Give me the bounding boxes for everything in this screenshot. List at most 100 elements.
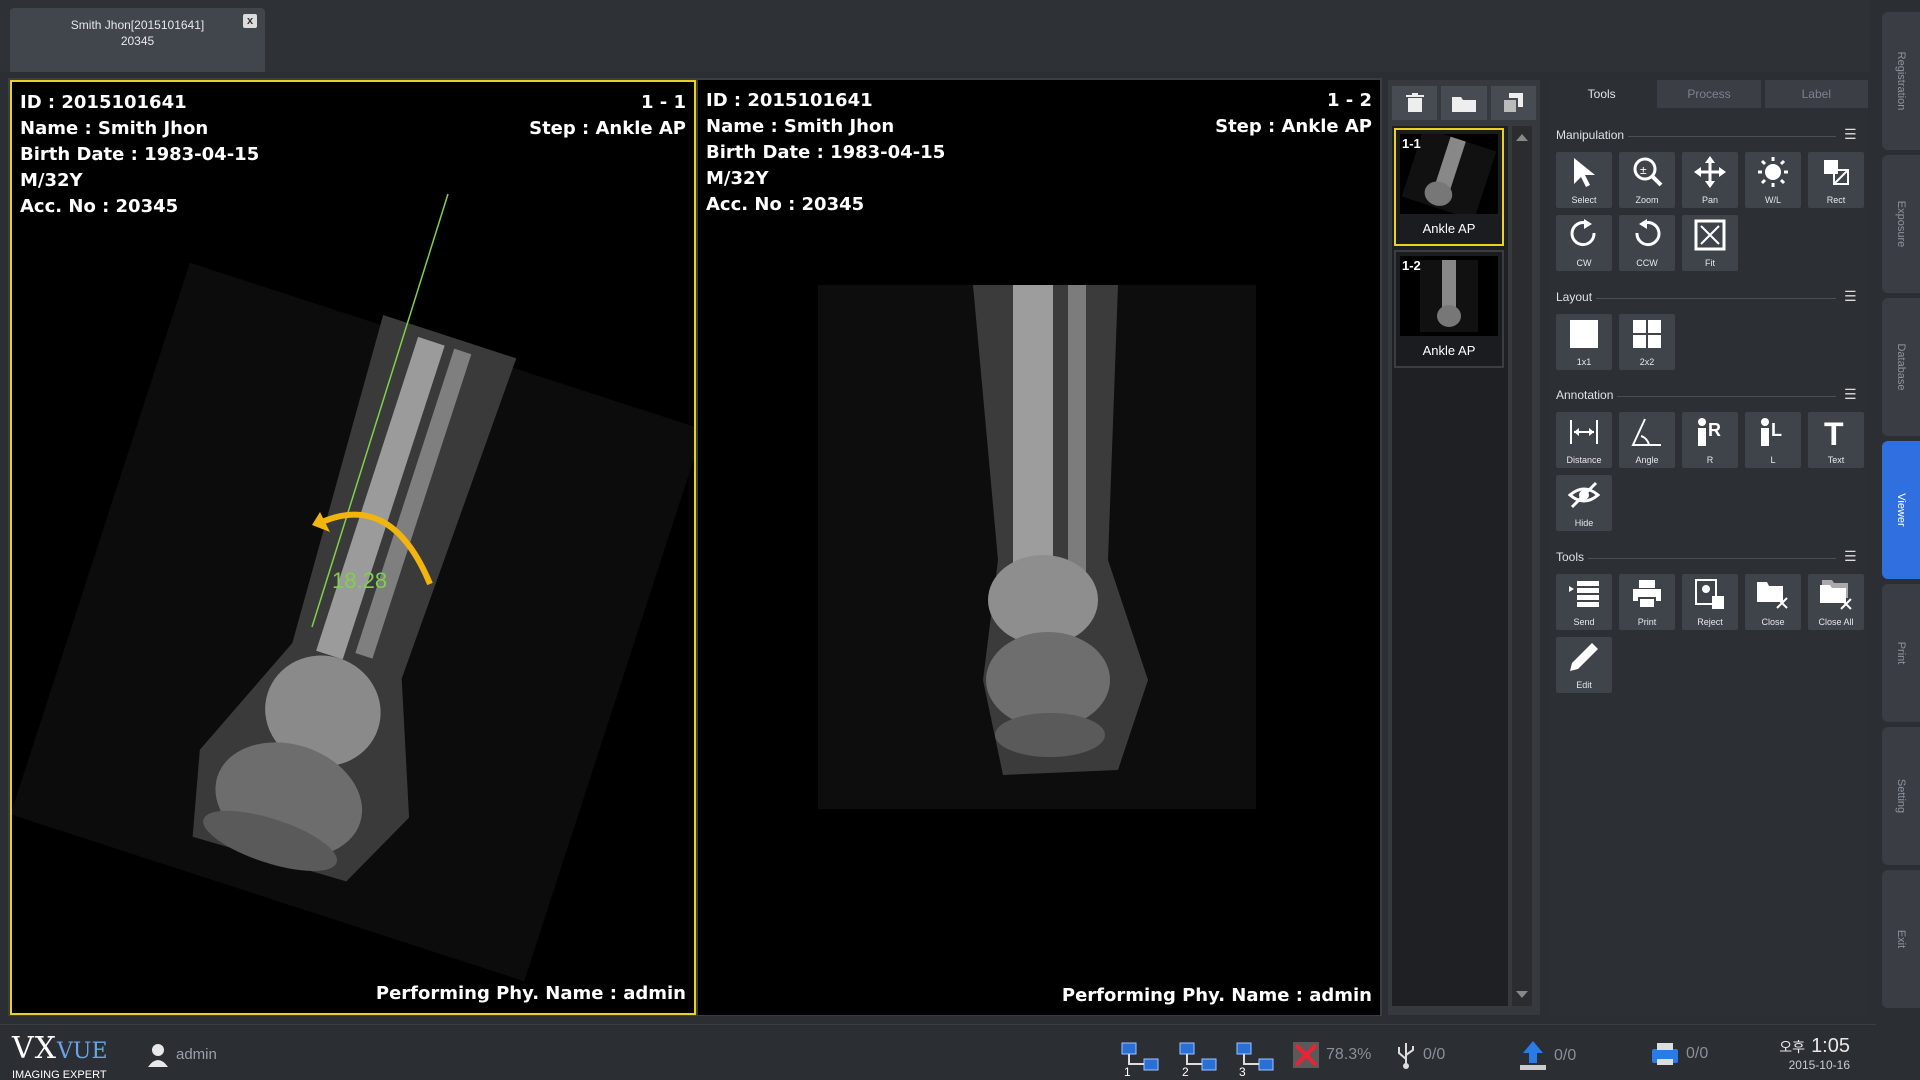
clock: 오후 1:05 2015-10-16 — [1779, 1035, 1850, 1072]
patient-id: ID : 2015101641 — [20, 92, 187, 113]
side-item-setting[interactable]: Setting — [1882, 727, 1920, 865]
network-icon: 3 — [1236, 1042, 1274, 1077]
thumbnail-item[interactable]: 1-1 Ankle AP — [1394, 128, 1504, 246]
thumbnail-panel: 1-1 Ankle AP 1-2 Ankle AP — [1388, 80, 1540, 1015]
viewport-2[interactable]: ID : 2015101641 Name : Smith Jhon Birth … — [698, 80, 1380, 1015]
image-index: 1 - 2 — [1326, 90, 1372, 111]
tool-caption: Zoom — [1635, 195, 1659, 205]
pan-tool-button[interactable]: Pan — [1682, 152, 1738, 208]
send-button[interactable]: Send — [1556, 574, 1612, 630]
text-tool-button[interactable]: T Text — [1808, 412, 1864, 468]
menu-icon[interactable]: ☰ — [1844, 127, 1858, 141]
network-status-3[interactable]: 3 — [1235, 1041, 1275, 1077]
side-item-registration[interactable]: Registration — [1882, 12, 1920, 150]
menu-icon[interactable]: ☰ — [1844, 289, 1858, 303]
layout-2x2-button[interactable]: 2x2 — [1619, 314, 1675, 370]
side-item-print[interactable]: Print — [1882, 584, 1920, 722]
move-arrows-icon — [1694, 156, 1726, 188]
section-title: Layout — [1556, 290, 1597, 304]
tool-caption: Distance — [1566, 455, 1602, 465]
close-study-button[interactable]: Close — [1745, 574, 1801, 630]
tool-caption: CCW — [1636, 258, 1658, 268]
print-button[interactable]: Print — [1619, 574, 1675, 630]
right-marker-button[interactable]: R R — [1682, 412, 1738, 468]
side-item-viewer[interactable]: Viewer — [1882, 441, 1920, 579]
side-item-label: Database — [1895, 343, 1907, 391]
side-item-exit[interactable]: Exit — [1882, 870, 1920, 1008]
tool-caption: Text — [1827, 455, 1845, 465]
angle-measurement-label[interactable]: 18.28 — [332, 568, 387, 594]
printer-icon — [1633, 580, 1661, 609]
network-status-1[interactable]: 1 — [1120, 1041, 1160, 1077]
section-divider — [1556, 298, 1836, 299]
scroll-down-icon[interactable] — [1516, 991, 1528, 998]
tab-process[interactable]: Process — [1657, 80, 1761, 108]
folder-icon — [1451, 97, 1476, 112]
rotate-ccw-icon — [1635, 219, 1661, 247]
trash-icon — [1405, 93, 1424, 112]
side-item-label: Print — [1895, 641, 1907, 665]
left-marker-button[interactable]: L L — [1745, 412, 1801, 468]
close-all-button[interactable]: Close All — [1808, 574, 1864, 630]
close-tab-icon[interactable]: x — [243, 14, 257, 28]
thumbnail-list[interactable]: 1-1 Ankle AP 1-2 Ankle AP — [1392, 126, 1508, 1006]
angle-tool-button[interactable]: Angle — [1619, 412, 1675, 468]
disk-error-icon — [1293, 1042, 1319, 1068]
zoom-tool-button[interactable]: ± Zoom — [1619, 152, 1675, 208]
delete-button[interactable] — [1392, 86, 1438, 120]
tool-caption: Angle — [1635, 455, 1659, 465]
tool-caption: Edit — [1576, 680, 1592, 690]
edit-button[interactable]: Edit — [1556, 637, 1612, 693]
menu-icon[interactable]: ☰ — [1844, 387, 1858, 401]
hide-annotation-button[interactable]: Hide — [1556, 475, 1612, 531]
app-logo: VXVUE IMAGING EXPERT — [12, 1031, 108, 1080]
rotate-ccw-button[interactable]: CCW — [1619, 215, 1675, 271]
open-folder-button[interactable] — [1441, 86, 1487, 120]
network-status-2[interactable]: 2 — [1178, 1041, 1218, 1077]
image-info-overlay: 1 - 2 Step : Ankle AP — [1215, 88, 1372, 140]
tab-tools[interactable]: Tools — [1550, 80, 1654, 108]
tool-caption: Print — [1637, 617, 1657, 627]
upload-icon — [1520, 1041, 1546, 1070]
window-level-tool-button[interactable]: W/L — [1745, 152, 1801, 208]
side-item-database[interactable]: Database — [1882, 298, 1920, 436]
viewport-1[interactable]: 18.28 ID : 2015101641 Name : Smith Jhon … — [10, 80, 696, 1015]
copy-button[interactable] — [1490, 86, 1536, 120]
scroll-up-icon[interactable] — [1516, 134, 1528, 141]
tab-label[interactable]: Label — [1764, 80, 1868, 108]
menu-icon[interactable]: ☰ — [1844, 549, 1858, 563]
patient-tab-acc: 20345 — [120, 34, 155, 48]
print-count: 0/0 — [1686, 1045, 1709, 1062]
select-tool-button[interactable]: Select — [1556, 152, 1612, 208]
side-item-label: Registration — [1895, 51, 1907, 111]
logo-vue: VUE — [57, 1039, 108, 1064]
pencil-icon — [1570, 643, 1598, 671]
patient-tab[interactable]: Smith Jhon[2015101641] 20345 x — [10, 8, 265, 72]
clock-ampm: 오후 — [1779, 1039, 1806, 1055]
distance-tool-button[interactable]: Distance — [1556, 412, 1612, 468]
print-status: 0/0 — [1650, 1041, 1708, 1067]
patient-birth: Birth Date : 1983-04-15 — [20, 144, 260, 165]
tool-caption: Fit — [1705, 258, 1715, 268]
patient-acc: Acc. No : 20345 — [20, 196, 179, 217]
section-divider — [1556, 558, 1836, 559]
layout-1x1-button[interactable]: 1x1 — [1556, 314, 1612, 370]
thumbnail-item[interactable]: 1-2 Ankle AP — [1394, 250, 1504, 368]
clock-time: 1:05 — [1811, 1035, 1850, 1057]
rect-tool-button[interactable]: Rect — [1808, 152, 1864, 208]
fit-tool-button[interactable]: Fit — [1682, 215, 1738, 271]
tool-caption: R — [1706, 455, 1714, 465]
reject-button[interactable]: Reject — [1682, 574, 1738, 630]
rotate-cw-button[interactable]: CW — [1556, 215, 1612, 271]
rotate-cw-icon — [1570, 219, 1596, 247]
svg-text:L: L — [1771, 420, 1782, 440]
patient-name: Name : Smith Jhon — [20, 118, 209, 139]
svg-text:R: R — [1708, 420, 1721, 440]
tool-caption: Pan — [1701, 195, 1718, 205]
side-item-exposure[interactable]: Exposure — [1882, 155, 1920, 293]
brightness-icon — [1758, 157, 1788, 187]
tools-panel: Tools Process Label Manipulation ☰ Selec… — [1550, 80, 1868, 1015]
xray-image — [818, 285, 1256, 809]
thumbnail-scrollbar[interactable] — [1512, 126, 1532, 1006]
thumbnail-label: Ankle AP — [1422, 343, 1476, 358]
